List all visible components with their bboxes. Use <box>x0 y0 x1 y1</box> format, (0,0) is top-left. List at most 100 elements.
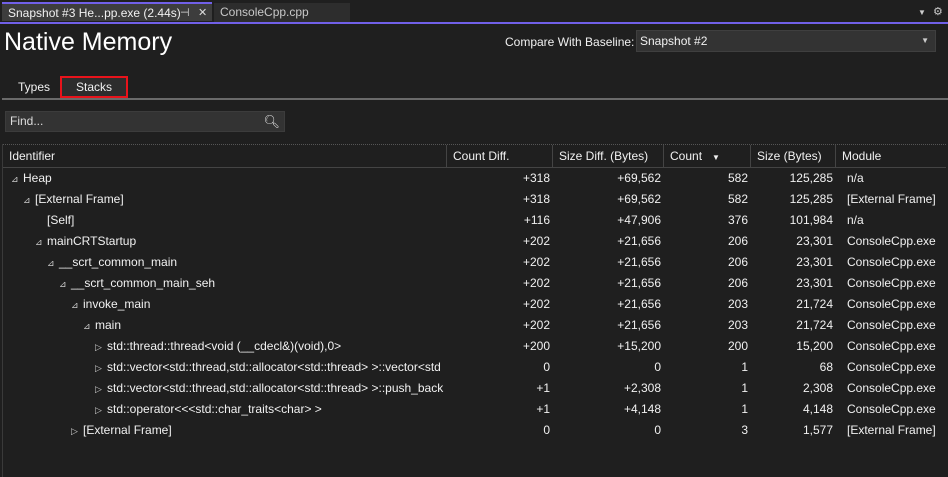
close-icon[interactable]: ✕ <box>198 4 207 23</box>
row-module: ConsoleCpp.exe <box>847 276 936 290</box>
row-size: 125,285 <box>789 192 833 206</box>
page-title: Native Memory <box>4 28 173 56</box>
identifier-text: mainCRTStartup <box>47 234 137 248</box>
row-identifier: ▷ std::vector<std::thread,std::allocator<… <box>95 357 447 378</box>
row-count: 206 <box>727 276 748 290</box>
row-module: ConsoleCpp.exe <box>847 255 936 269</box>
row-count: 206 <box>727 234 748 248</box>
row-module: ConsoleCpp.exe <box>847 381 936 395</box>
row-size-diff: +69,562 <box>617 171 661 185</box>
collapse-icon[interactable]: ⊿ <box>23 190 35 210</box>
table-row[interactable]: [Self] +116 +47,906 376 101,984 n/a <box>3 210 946 231</box>
table-row[interactable]: ⊿ __scrt_common_main +202 +21,656 206 23,… <box>3 252 946 273</box>
row-module: ConsoleCpp.exe <box>847 234 936 248</box>
table-row[interactable]: ⊿ [External Frame] +318 +69,562 582 125,2… <box>3 189 946 210</box>
row-size-diff: +21,656 <box>617 276 661 290</box>
row-size: 21,724 <box>796 297 833 311</box>
collapse-icon[interactable]: ⊿ <box>47 253 59 273</box>
column-identifier[interactable]: Identifier <box>3 145 447 168</box>
table-row[interactable]: ▷ std::vector<std::thread,std::allocator<… <box>3 378 946 399</box>
expand-icon[interactable]: ▷ <box>95 358 107 378</box>
row-count-diff: +202 <box>522 255 550 269</box>
identifier-text: [External Frame] <box>83 423 172 437</box>
expand-icon[interactable]: ▷ <box>95 400 107 420</box>
table-header: Identifier Count Diff. Size Diff. (Bytes… <box>3 144 946 168</box>
row-size-diff: +21,656 <box>617 255 661 269</box>
row-count: 582 <box>727 192 748 206</box>
table-row[interactable]: ▷ [External Frame] 0 0 3 1,577 [External … <box>3 420 946 441</box>
identifier-text: Heap <box>23 171 52 185</box>
table-row[interactable]: ⊿ mainCRTStartup +202 +21,656 206 23,301 … <box>3 231 946 252</box>
document-tab-snapshot[interactable]: Snapshot #3 He...pp.exe (2.44s) ⊣ ✕ <box>2 2 212 21</box>
tab-types[interactable]: Types <box>12 76 56 98</box>
row-size-diff: +47,906 <box>617 213 661 227</box>
row-module: n/a <box>847 171 864 185</box>
table-row[interactable]: ▷ std::thread::thread<void (__cdecl&)(voi… <box>3 336 946 357</box>
expand-icon[interactable]: ▷ <box>71 421 83 441</box>
baseline-select[interactable]: Snapshot #2 ▼ <box>636 30 936 52</box>
table-row[interactable]: ⊿ __scrt_common_main_seh +202 +21,656 206… <box>3 273 946 294</box>
stacks-table: Identifier Count Diff. Size Diff. (Bytes… <box>2 144 946 477</box>
row-identifier: ⊿ __scrt_common_main <box>47 252 447 273</box>
sort-descending-icon: ▼ <box>712 153 720 162</box>
row-size-diff: +69,562 <box>617 192 661 206</box>
identifier-text: [External Frame] <box>35 192 124 206</box>
row-count: 1 <box>741 402 748 416</box>
gear-icon[interactable]: ⚙ <box>933 5 943 18</box>
row-count: 203 <box>727 297 748 311</box>
column-count-label: Count <box>670 149 703 163</box>
row-count: 1 <box>741 381 748 395</box>
search-icon[interactable]: 🔍︎ <box>263 112 280 131</box>
row-module: ConsoleCpp.exe <box>847 318 936 332</box>
row-identifier: ▷ std::operator<<<std::char_traits<char> … <box>95 399 447 420</box>
identifier-text: [Self] <box>47 213 75 227</box>
tab-stacks[interactable]: Stacks <box>60 76 128 98</box>
document-tab-label: ConsoleCpp.cpp <box>220 5 309 19</box>
identifier-text: std::vector<std::thread,std::allocator<s… <box>107 381 444 395</box>
chevron-down-icon[interactable]: ▼ <box>918 8 926 17</box>
identifier-text: __scrt_common_main_seh <box>71 276 216 290</box>
expand-icon[interactable]: ▷ <box>95 379 107 399</box>
row-size: 125,285 <box>789 171 833 185</box>
table-row[interactable]: ▷ std::vector<std::thread,std::allocator<… <box>3 357 946 378</box>
collapse-icon[interactable]: ⊿ <box>11 169 23 189</box>
row-size: 101,984 <box>789 213 833 227</box>
column-count[interactable]: Count ▼ <box>664 145 751 168</box>
row-count-diff: +202 <box>522 234 550 248</box>
baseline-label: Compare With Baseline: <box>505 35 635 49</box>
collapse-icon[interactable]: ⊿ <box>83 316 95 336</box>
pin-icon[interactable]: ⊣ <box>180 4 190 23</box>
row-size-diff: +4,148 <box>623 402 661 416</box>
tab-divider <box>2 98 948 100</box>
column-size[interactable]: Size (Bytes) <box>751 145 836 168</box>
row-size: 23,301 <box>796 234 833 248</box>
row-count-diff: 0 <box>543 423 550 437</box>
chevron-down-icon: ▼ <box>921 36 929 45</box>
table-row[interactable]: ▷ std::operator<<<std::char_traits<char> … <box>3 399 946 420</box>
collapse-icon[interactable]: ⊿ <box>71 295 83 315</box>
row-module: [External Frame] <box>847 423 936 437</box>
collapse-icon[interactable]: ⊿ <box>35 232 47 252</box>
row-count-diff: 0 <box>543 360 550 374</box>
row-identifier: ⊿ [External Frame] <box>23 189 447 210</box>
table-row[interactable]: ⊿ main +202 +21,656 203 21,724 ConsoleCpp… <box>3 315 946 336</box>
row-count: 206 <box>727 255 748 269</box>
row-module: ConsoleCpp.exe <box>847 339 936 353</box>
column-size-diff[interactable]: Size Diff. (Bytes) <box>553 145 664 168</box>
row-count-diff: +202 <box>522 297 550 311</box>
identifier-text: __scrt_common_main <box>59 255 178 269</box>
row-count: 3 <box>741 423 748 437</box>
find-input[interactable]: Find... 🔍︎ <box>5 111 285 132</box>
row-identifier: ⊿ Heap <box>11 168 447 189</box>
collapse-icon[interactable]: ⊿ <box>59 274 71 294</box>
document-tab-consolecpp[interactable]: ConsoleCpp.cpp <box>214 3 350 22</box>
row-identifier: ⊿ main <box>83 315 447 336</box>
expand-icon[interactable]: ▷ <box>95 337 107 357</box>
row-size: 1,577 <box>802 423 833 437</box>
column-module[interactable]: Module <box>836 145 947 168</box>
table-row[interactable]: ⊿ invoke_main +202 +21,656 203 21,724 Con… <box>3 294 946 315</box>
row-identifier: ▷ [External Frame] <box>71 420 447 441</box>
column-count-diff[interactable]: Count Diff. <box>447 145 553 168</box>
table-row[interactable]: ⊿ Heap +318 +69,562 582 125,285 n/a <box>3 168 946 189</box>
row-identifier: [Self] <box>35 210 447 231</box>
